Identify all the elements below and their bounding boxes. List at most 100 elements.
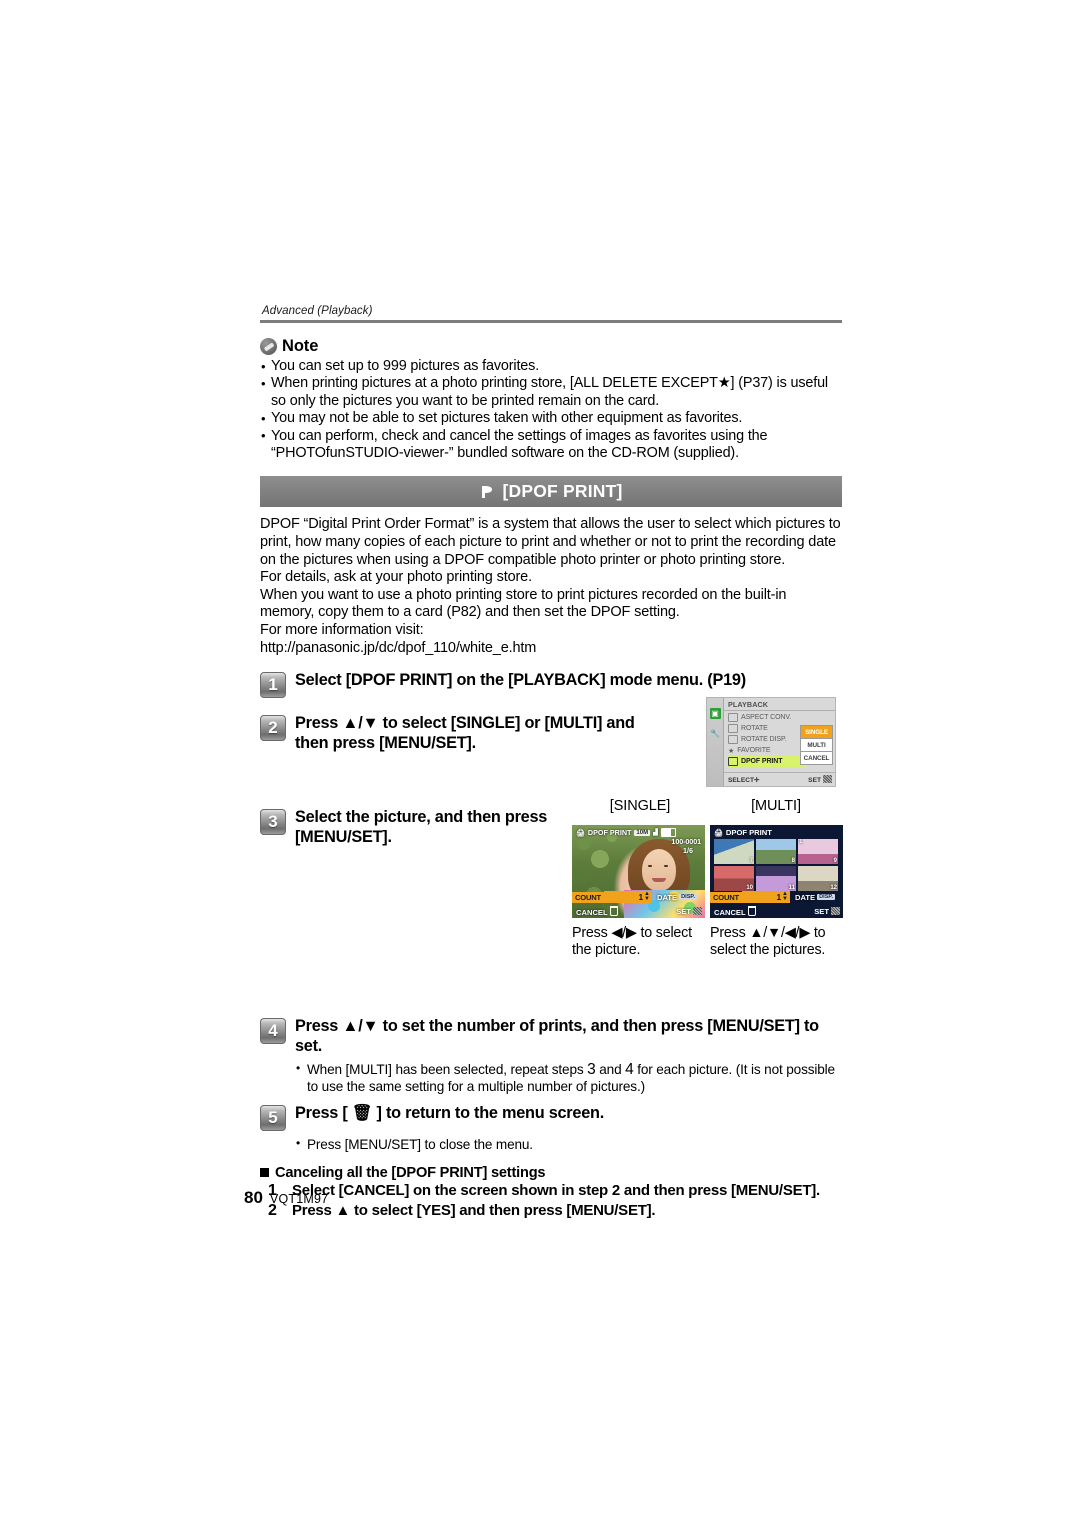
cancel-step-text: Press ▲ to select [YES] and then press [… — [292, 1202, 656, 1220]
cancel-hint: CANCEL — [714, 905, 756, 917]
cancel-step-2: 2 Press ▲ to select [YES] and then press… — [268, 1201, 842, 1221]
multi-bottom-bar: CANCEL SET — [710, 904, 843, 918]
step-text: Press [ 🗑 ] to return to the menu screen… — [295, 1104, 604, 1123]
step-1: 1 Select [DPOF PRINT] on the [PLAYBACK] … — [260, 671, 842, 699]
date-label: DATE — [657, 892, 678, 902]
submenu-item-multi[interactable]: MULTI — [800, 738, 833, 751]
menu-item-aspect-conv[interactable]: ASPECT CONV. — [727, 712, 835, 723]
count-value: 1 — [638, 892, 644, 902]
set-button-icon — [823, 775, 832, 783]
portrait-eye — [664, 865, 668, 867]
header-rule — [260, 320, 842, 323]
single-label: [SINGLE] — [609, 798, 671, 814]
step-number-badge: 1 — [260, 672, 286, 699]
menu-mode-rail: ▣ 🔧 — [707, 698, 724, 786]
menu-item-label: DPOF PRINT — [741, 758, 783, 765]
quality-icon: ▟ — [653, 830, 658, 836]
count-label: COUNT — [572, 891, 604, 903]
thumbnail-item[interactable]: 8 — [756, 839, 796, 864]
single-mode-screenshot: 🖨 DPOF PRINT 10M ▟ 100-0001 1/6 COUNT 1 … — [572, 825, 705, 918]
step-text: Select [DPOF PRINT] on the [PLAYBACK] mo… — [295, 671, 746, 690]
file-number: 100-0001 — [671, 837, 701, 846]
set-button-icon — [693, 906, 702, 915]
portrait-eye — [648, 865, 652, 867]
pixel-count-badge: 10M — [634, 829, 651, 836]
note-title: Note — [282, 337, 319, 355]
multi-mode-screenshot: 🖨 DPOF PRINT 7 8 19 10 11 12 COUNT 1 ▲ ▼ … — [710, 825, 843, 918]
page-footer: 80 VQT1M97 — [244, 1188, 328, 1208]
up-down-arrows-icon: ▲ ▼ — [782, 891, 788, 902]
submenu-item-cancel[interactable]: CANCEL — [800, 751, 833, 765]
note-bullet-list: You can set up to 999 pictures as favori… — [260, 357, 842, 463]
dpof-print-osd-icon: 🖨 — [714, 829, 723, 837]
menu-footer-set: SET — [808, 775, 832, 784]
menu-item-label: ASPECT CONV. — [741, 714, 792, 721]
section-paragraph: DPOF “Digital Print Order Format” is a s… — [260, 516, 841, 568]
thumbnail-item[interactable]: 11 — [756, 866, 796, 891]
thumbnail-number: 7 — [749, 858, 753, 864]
up-down-arrows-icon: ▲ ▼ — [644, 891, 650, 902]
multi-label: [MULTI] — [751, 798, 801, 814]
section-paragraph: For details, ask at your photo printing … — [260, 569, 532, 586]
thumbnail-number: 9 — [833, 858, 837, 864]
date-display-badge: DISP. — [679, 894, 697, 900]
step-number-badge: 3 — [260, 809, 286, 836]
cancel-heading-text: Canceling all the [DPOF PRINT] settings — [275, 1165, 546, 1182]
single-osd-title: DPOF PRINT — [587, 828, 632, 837]
thumbnail-item[interactable]: 19 — [798, 839, 838, 864]
count-stepper[interactable]: 1 ▲ ▼ — [604, 891, 652, 903]
manual-page: Advanced (Playback) Note You can set up … — [0, 0, 1080, 1528]
note-bullet: You may not be able to set pictures take… — [260, 410, 842, 428]
playback-menu-screenshot: ▣ 🔧 PLAYBACK ASPECT CONV. ROTATE ROTATE … — [706, 697, 836, 787]
square-bullet-icon — [260, 1168, 269, 1178]
step-5: 5 Press [ 🗑 ] to return to the menu scre… — [260, 1104, 842, 1132]
cancel-hint: CANCEL — [576, 905, 618, 917]
step-number-badge: 2 — [260, 715, 286, 742]
menu-item-label: FAVORITE — [737, 747, 771, 754]
page-number: 80 — [244, 1188, 263, 1207]
cancel-section-heading: Canceling all the [DPOF PRINT] settings — [260, 1165, 842, 1181]
step-number-badge: 4 — [260, 1018, 286, 1045]
setup-wrench-icon: 🔧 — [710, 729, 720, 738]
single-bottom-bar: CANCEL SET — [572, 904, 705, 918]
section-paragraph: When you want to use a photo printing st… — [260, 586, 787, 621]
note-step-ref: 4 — [625, 1061, 634, 1079]
playback-mode-icon: ▣ — [709, 708, 721, 719]
count-label: COUNT — [710, 891, 742, 903]
portrait-mouth — [652, 878, 666, 882]
shot-labels: [SINGLE] [MULTI] — [572, 798, 844, 814]
portrait-face — [642, 849, 676, 891]
multi-osd-title: DPOF PRINT — [725, 828, 772, 837]
menu-item-dpof-print[interactable]: DPOF PRINT — [727, 756, 806, 767]
trash-icon — [609, 905, 618, 916]
step-text: Press ▲/▼ to select [SINGLE] or [MULTI] … — [295, 714, 635, 752]
pencil-note-icon — [260, 338, 277, 355]
thumbnail-item[interactable]: 7 — [714, 839, 754, 864]
thumbnail-item[interactable]: 12 — [798, 866, 838, 891]
step-5-note: Press [MENU/SET] to close the menu. — [296, 1135, 842, 1153]
dpof-print-osd-icon: 🖨 — [576, 829, 585, 837]
multi-osd-title-row: 🖨 DPOF PRINT — [710, 825, 772, 837]
section-title: [DPOF PRINT] — [502, 481, 623, 502]
note-header: Note — [260, 337, 842, 356]
thumbnail-grid: 7 8 19 10 11 12 — [714, 839, 839, 891]
rotate-icon — [728, 724, 738, 733]
note-step-ref: 3 — [587, 1061, 596, 1079]
step-text: Press ▲/▼ to set the number of prints, a… — [295, 1017, 819, 1055]
count-stepper[interactable]: 1 ▲ ▼ — [742, 891, 790, 903]
menu-body: PLAYBACK ASPECT CONV. ROTATE ROTATE DISP… — [724, 698, 835, 786]
step-number-badge: 5 — [260, 1105, 286, 1132]
note-bullet: When printing pictures at a photo printi… — [260, 375, 842, 410]
menu-footer: SELECT✛ SET — [724, 772, 835, 786]
note-part-a: When [MULTI] has been selected, repeat s… — [307, 1062, 588, 1078]
trash-icon — [747, 905, 756, 916]
note-part-b: and — [595, 1062, 626, 1078]
thumbnail-item[interactable]: 10 — [714, 866, 754, 891]
note-bullet: You can perform, check and cancel the se… — [260, 427, 842, 463]
menu-title: PLAYBACK — [724, 698, 835, 711]
note-bullet: You can set up to 999 pictures as favori… — [260, 357, 842, 375]
menu-item-label: ROTATE — [741, 725, 768, 732]
submenu-item-single[interactable]: SINGLE — [800, 725, 833, 738]
menu-footer-select: SELECT✛ — [728, 776, 760, 784]
single-osd-title-row: 🖨 DPOF PRINT 10M ▟ — [572, 825, 705, 837]
